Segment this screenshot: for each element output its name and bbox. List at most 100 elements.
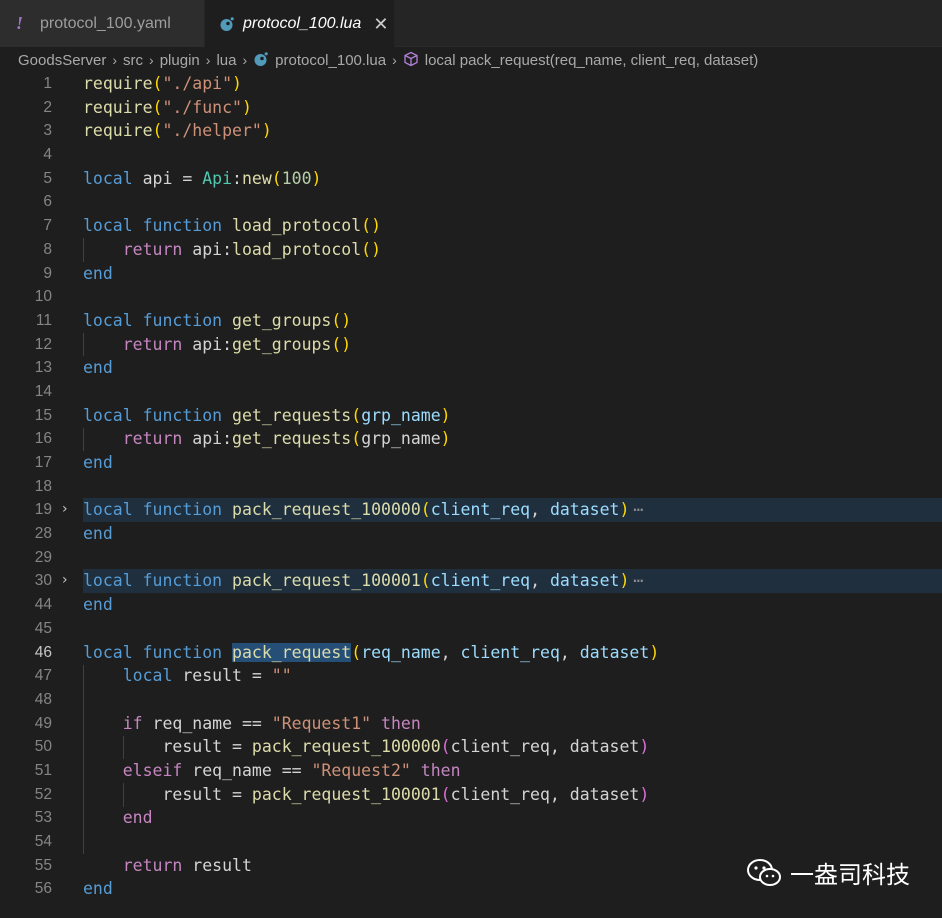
code-text: return api:get_requests(grp_name) [83, 427, 942, 451]
code-text: end [83, 806, 942, 830]
line-number: 53 [34, 809, 52, 827]
code-token: require [83, 74, 153, 93]
breadcrumb-item-src[interactable]: src [123, 52, 143, 69]
code-line[interactable]: 13 end [0, 356, 942, 380]
code-text: end [83, 356, 942, 380]
code-line[interactable]: 15 local function get_requests(grp_name) [0, 404, 942, 428]
code-line[interactable]: 11 local function get_groups() [0, 309, 942, 333]
breadcrumb-item-lua[interactable]: lua [216, 52, 236, 69]
code-token: load_protocol [232, 239, 362, 259]
code-token: function [142, 571, 223, 591]
code-line[interactable]: 16 return api:get_requests(grp_name) [0, 427, 942, 451]
code-line[interactable]: 8 return api:load_protocol() [0, 238, 942, 262]
breadcrumb-item-file[interactable]: protocol_100.lua [275, 52, 386, 69]
line-number: 16 [34, 430, 52, 448]
code-token: ) [639, 784, 650, 804]
breadcrumb-item-goodsserver[interactable]: GoodsServer [18, 52, 106, 69]
code-token: require [83, 97, 153, 117]
code-token: dataset [579, 642, 650, 662]
code-line[interactable]: 2 require("./func") [0, 96, 942, 120]
code-token: ) [232, 74, 242, 93]
fold-chevron-icon[interactable]: › [62, 498, 76, 522]
code-text: require("./helper") [83, 119, 942, 143]
line-number: 3 [43, 122, 52, 140]
code-line[interactable]: 54 [0, 830, 942, 854]
code-text: return api:load_protocol() [83, 238, 942, 262]
code-line[interactable]: 45 [0, 617, 942, 641]
code-line[interactable]: 10 [0, 285, 942, 309]
code-line[interactable]: 44 end [0, 593, 942, 617]
code-line[interactable]: 1 require("./api") [0, 72, 942, 96]
code-token: client_req [430, 571, 531, 591]
code-line[interactable]: 51 elseif req_name == "Request2" then [0, 759, 942, 783]
code-token: local [83, 500, 133, 520]
close-icon[interactable]: ✕ [373, 14, 388, 35]
code-token: api: [182, 334, 233, 354]
code-line[interactable]: 17 end [0, 451, 942, 475]
code-line[interactable]: 48 [0, 688, 942, 712]
code-text: local function load_protocol() [83, 214, 942, 238]
code-line[interactable]: 52 result = pack_request_100001(client_r… [0, 783, 942, 807]
wechat-icon [747, 858, 781, 886]
code-token: , [530, 500, 550, 520]
code-token: function [142, 310, 223, 330]
code-line[interactable]: 47 local result = "" [0, 664, 942, 688]
code-token: () [331, 334, 352, 354]
code-line[interactable]: 18 [0, 475, 942, 499]
code-line[interactable]: 19 › local function pack_request_100000(cl… [0, 498, 942, 523]
code-token: grp_name [361, 405, 441, 425]
code-line[interactable]: 3 require("./helper") [0, 119, 942, 143]
code-line[interactable]: 50 result = pack_request_100000(client_r… [0, 735, 942, 759]
breadcrumb-item-symbol[interactable]: local pack_request(req_name, client_req,… [425, 52, 759, 69]
breadcrumb-item-plugin[interactable]: plugin [160, 52, 200, 69]
code-token: ) [261, 121, 272, 141]
code-token: ) [311, 168, 322, 188]
tab-protocol-lua[interactable]: protocol_100.lua ✕ [205, 0, 395, 47]
code-line[interactable]: 7 local function load_protocol() [0, 214, 942, 238]
code-line[interactable]: 53 end [0, 806, 942, 830]
line-number: 46 [34, 643, 52, 661]
fold-ellipsis-icon[interactable]: ⋯ [633, 571, 643, 590]
code-line[interactable]: 29 [0, 546, 942, 570]
code-text: local function pack_request(req_name, cl… [83, 641, 942, 665]
code-token: () [331, 310, 352, 330]
code-line[interactable]: 6 [0, 190, 942, 214]
indent-guide [83, 332, 84, 357]
code-token: , [559, 642, 580, 662]
tab-protocol-yaml[interactable]: ! protocol_100.yaml [0, 0, 205, 47]
line-number: 10 [34, 288, 52, 306]
code-token: 100 [281, 168, 312, 188]
code-line[interactable]: 30 › local function pack_request_100001(cl… [0, 569, 942, 594]
code-token: () [361, 239, 382, 259]
code-token: return [122, 855, 183, 875]
code-token: client_req [430, 500, 531, 520]
code-token: get_groups [232, 310, 332, 330]
code-line[interactable]: 5 local api = Api:new(100) [0, 167, 942, 191]
code-line[interactable]: 12 return api:get_groups() [0, 333, 942, 357]
code-token: "./helper" [162, 121, 262, 141]
code-line[interactable]: 49 if req_name == "Request1" then [0, 712, 942, 736]
code-text: require("./api") [83, 72, 942, 96]
tab-bar: ! protocol_100.yaml protocol_100.lua ✕ [0, 0, 942, 47]
code-line[interactable]: 46 local function pack_request(req_name, … [0, 641, 942, 665]
code-editor[interactable]: 1 require("./api") 2 require("./func") 3 requ… [0, 72, 942, 918]
fold-ellipsis-icon[interactable]: ⋯ [633, 500, 643, 519]
code-token: function [142, 500, 223, 520]
code-line[interactable]: 28 end [0, 522, 942, 546]
code-text: result = pack_request_100000(client_req,… [83, 735, 942, 759]
line-number: 6 [43, 193, 52, 211]
code-token: , [440, 642, 461, 662]
code-line[interactable]: 9 end [0, 262, 942, 286]
code-line[interactable]: 4 [0, 143, 942, 167]
code-token: get_requests [232, 429, 352, 449]
fold-chevron-icon[interactable]: › [62, 569, 76, 593]
code-token: then [420, 760, 461, 780]
code-line[interactable]: 14 [0, 380, 942, 404]
code-text: local function get_requests(grp_name) [83, 404, 942, 428]
yaml-exclamation-icon: ! [16, 13, 24, 33]
